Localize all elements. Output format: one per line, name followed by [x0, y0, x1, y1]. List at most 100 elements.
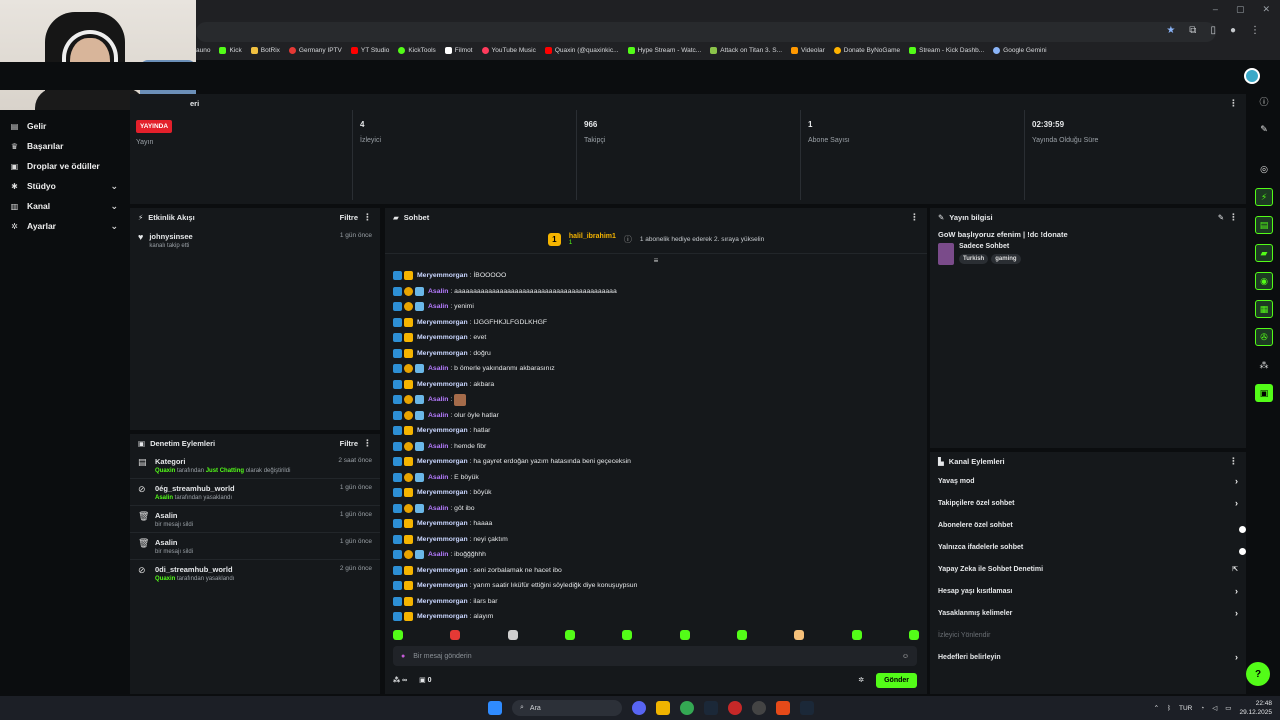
- emote-icon[interactable]: [794, 630, 805, 640]
- filter-button[interactable]: Filtre: [340, 213, 358, 222]
- chevron-right-icon[interactable]: ›: [1235, 476, 1238, 486]
- discord-icon[interactable]: [632, 701, 646, 715]
- chat-username[interactable]: Asalin: [428, 443, 448, 450]
- address-bar[interactable]: [196, 22, 1216, 42]
- wifi-icon[interactable]: ◔: [1200, 705, 1204, 712]
- chat-username[interactable]: Meryemmorgan: [417, 613, 468, 620]
- bookmark-item[interactable]: KickTools: [398, 46, 436, 54]
- chat-username[interactable]: Meryemmorgan: [417, 458, 468, 465]
- broadcast-icon[interactable]: ◉: [1255, 272, 1273, 290]
- lightning-icon[interactable]: ⚡: [1255, 188, 1273, 206]
- chat-username[interactable]: Asalin: [428, 288, 448, 295]
- chat-username[interactable]: Asalin: [428, 396, 448, 403]
- obs-icon[interactable]: [752, 701, 766, 715]
- channel-action-row[interactable]: Hedefleri belirleyin ›: [930, 646, 1246, 668]
- moderation-title[interactable]: Asalin: [155, 538, 193, 547]
- more-icon[interactable]: ⋮: [1229, 212, 1238, 223]
- bookmark-item[interactable]: Filmot: [444, 46, 473, 54]
- chat-username[interactable]: Meryemmorgan: [417, 272, 468, 279]
- emote-icon[interactable]: [908, 630, 919, 640]
- avatar[interactable]: [1244, 68, 1260, 84]
- steam-icon[interactable]: [800, 701, 814, 715]
- windows-start-icon[interactable]: [488, 701, 502, 715]
- chevron-right-icon[interactable]: ›: [1235, 608, 1238, 618]
- more-icon[interactable]: ⋮: [363, 212, 372, 223]
- bookmark-item[interactable]: YT Studio: [350, 46, 389, 54]
- more-icon[interactable]: ⋮: [1229, 456, 1238, 467]
- channel-action-row[interactable]: Abonelere özel sohbet: [930, 514, 1246, 536]
- chat-username[interactable]: Asalin: [428, 474, 448, 481]
- more-icon[interactable]: ⋮: [363, 438, 372, 449]
- language-indicator[interactable]: TUR: [1179, 705, 1192, 712]
- channel-action-row[interactable]: Yavaş mod ›: [930, 470, 1246, 492]
- emote-icon[interactable]: [564, 630, 575, 640]
- bookmark-item[interactable]: Stream - Kick Dashb...: [909, 46, 984, 54]
- battery-icon[interactable]: ▭: [1225, 704, 1231, 712]
- bookmark-item[interactable]: Google Gemini: [993, 46, 1047, 54]
- more-icon[interactable]: ⋮: [910, 212, 919, 223]
- extensions-icon[interactable]: ⧉: [1189, 25, 1196, 36]
- clock[interactable]: 22:48 29.12.2025: [1239, 699, 1272, 717]
- app-icon[interactable]: [728, 701, 742, 715]
- moderation-icon[interactable]: ▤: [1255, 216, 1273, 234]
- chevron-right-icon[interactable]: ›: [1235, 498, 1238, 508]
- bookmark-item[interactable]: Attack on Titan 3. S...: [710, 46, 782, 54]
- chevron-right-icon[interactable]: ›: [1235, 586, 1238, 596]
- share-icon[interactable]: ⁂: [1255, 356, 1273, 374]
- moderation-title[interactable]: 0ég_streamhub_world: [155, 484, 235, 493]
- volume-icon[interactable]: ◁: [1212, 704, 1217, 712]
- game-icon[interactable]: [776, 701, 790, 715]
- edit-icon[interactable]: ✎: [1218, 213, 1224, 222]
- send-button[interactable]: Gönder: [876, 672, 917, 688]
- channel-action-row[interactable]: Yasaklanmış kelimeler ›: [930, 602, 1246, 624]
- sidebar-item-droplar[interactable]: ▣ Droplar ve ödüller: [0, 156, 128, 176]
- menu-icon[interactable]: ⋮: [1250, 25, 1260, 36]
- moderation-actor[interactable]: Quaxin: [155, 468, 175, 474]
- gift-icon[interactable]: ▣ 0: [419, 676, 431, 684]
- sidebar-item-gelir[interactable]: ▤ Gelir: [0, 116, 128, 136]
- emote-icon[interactable]: [851, 630, 862, 640]
- moderation-title[interactable]: Asalin: [155, 511, 193, 520]
- bookmark-item[interactable]: Kick: [219, 46, 242, 54]
- chrome-icon[interactable]: [680, 701, 694, 715]
- emote-icon[interactable]: [393, 630, 403, 640]
- wrench-icon[interactable]: ✇: [1255, 328, 1273, 346]
- bluetooth-icon[interactable]: ᛒ: [1167, 705, 1171, 712]
- help-button[interactable]: ?: [1246, 662, 1270, 686]
- chevron-up-icon[interactable]: ⌃: [1154, 704, 1159, 712]
- moderation-title[interactable]: 0di_streamhub_world: [155, 565, 234, 574]
- chat-username[interactable]: Meryemmorgan: [417, 598, 468, 605]
- chat-input[interactable]: ● Bir mesaj gönderin ☺: [393, 646, 917, 666]
- minimize-icon[interactable]: –: [1213, 4, 1218, 15]
- star-icon[interactable]: ★: [1166, 25, 1175, 36]
- microphone-icon[interactable]: ●: [401, 653, 405, 660]
- pencil-icon[interactable]: ✎: [1255, 120, 1273, 138]
- chat-username[interactable]: Meryemmorgan: [417, 319, 468, 326]
- chat-settings-icon[interactable]: ✲: [858, 676, 864, 684]
- channel-action-row[interactable]: Hesap yaşı kısıtlaması ›: [930, 580, 1246, 602]
- emote-icon[interactable]: [736, 630, 747, 640]
- sidebar-item-basarilar[interactable]: ♛ Başarılar: [0, 136, 128, 156]
- bookmark-item[interactable]: Germany IPTV: [288, 46, 342, 54]
- chat-username[interactable]: Asalin: [428, 412, 448, 419]
- close-icon[interactable]: ✕: [1262, 4, 1270, 15]
- sidebar-item-ayarlar[interactable]: ✲ Ayarlar ⌄: [0, 216, 128, 236]
- more-icon[interactable]: ⋮: [1229, 98, 1238, 109]
- activity-user[interactable]: johnysinsee: [149, 232, 192, 241]
- channel-action-row[interactable]: Yalnızca ifadelerle sohbet: [930, 536, 1246, 558]
- chat-username[interactable]: Meryemmorgan: [417, 381, 468, 388]
- chat-username[interactable]: Asalin: [428, 365, 448, 372]
- chat-username[interactable]: Meryemmorgan: [417, 536, 468, 543]
- bookmark-item[interactable]: Donate ByNoGame: [833, 46, 900, 54]
- add-widget-icon[interactable]: ▣: [1255, 384, 1273, 402]
- chat-username[interactable]: Meryemmorgan: [417, 489, 468, 496]
- maximize-icon[interactable]: ▢: [1236, 4, 1245, 15]
- points-icon[interactable]: ⁂ ∞: [393, 676, 407, 684]
- profile-icon[interactable]: ●: [1230, 25, 1236, 36]
- channel-action-row[interactable]: Takipçilere özel sohbet ›: [930, 492, 1246, 514]
- chat-username[interactable]: Asalin: [428, 505, 448, 512]
- chat-username[interactable]: Meryemmorgan: [417, 582, 468, 589]
- emote-icon[interactable]: [450, 630, 461, 640]
- emote-icon[interactable]: [507, 630, 518, 640]
- chat-username[interactable]: Meryemmorgan: [417, 567, 468, 574]
